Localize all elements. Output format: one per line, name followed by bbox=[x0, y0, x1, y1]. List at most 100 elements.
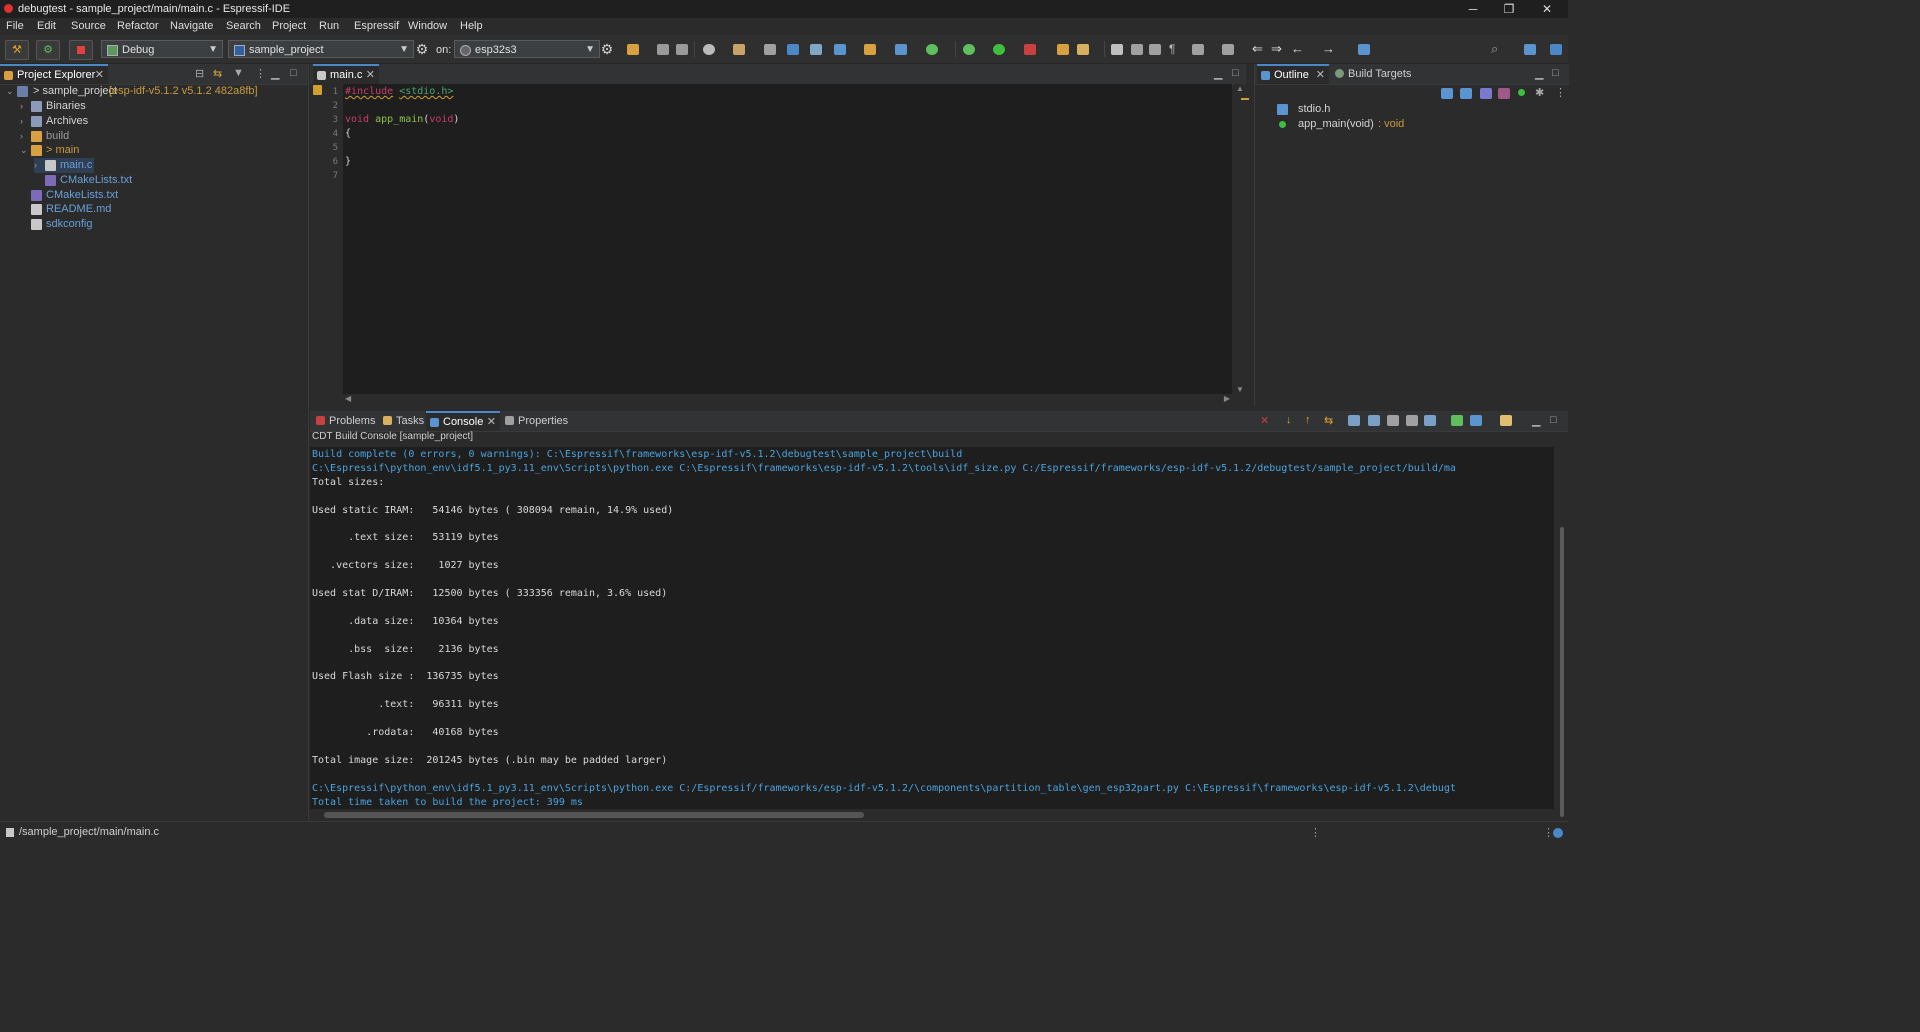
code-area[interactable]: #include <stdio.h> void app_main(void) {… bbox=[343, 84, 1232, 394]
settings-icon[interactable] bbox=[703, 44, 715, 55]
tab-outline[interactable]: Outline ✕ bbox=[1257, 64, 1329, 84]
close-icon[interactable]: ✕ bbox=[366, 66, 375, 84]
focus-icon[interactable]: ✱ bbox=[1535, 86, 1544, 99]
tab-main-c[interactable]: main.c ✕ bbox=[313, 64, 379, 84]
tab-properties[interactable]: Properties bbox=[501, 411, 571, 431]
collapse-all-icon[interactable]: ⊟ bbox=[195, 67, 204, 80]
menu-refactor[interactable]: Refactor bbox=[117, 20, 159, 32]
prev-annotation-icon[interactable] bbox=[1222, 44, 1234, 55]
search-refs-icon[interactable] bbox=[810, 44, 822, 55]
prev-error-icon[interactable]: ↑ bbox=[1305, 414, 1311, 426]
tab-problems[interactable]: Problems bbox=[312, 411, 378, 431]
search-icon[interactable]: ⌕ bbox=[1491, 41, 1498, 57]
menu-search[interactable]: Search bbox=[226, 20, 261, 32]
minimize-view-icon[interactable]: ▁ bbox=[1535, 67, 1543, 80]
perspective-icon[interactable] bbox=[1550, 44, 1562, 55]
forward-arrow-icon[interactable]: → bbox=[1322, 41, 1335, 56]
open-project-icon[interactable] bbox=[864, 44, 876, 55]
target-gear-icon[interactable]: ⚙ bbox=[599, 40, 615, 58]
hide-fields-icon[interactable] bbox=[1480, 88, 1492, 99]
pin-editor-icon[interactable] bbox=[1358, 44, 1370, 55]
filter-icon[interactable]: ▼ bbox=[233, 67, 244, 79]
tree-item-main-c[interactable]: › main.c bbox=[34, 158, 94, 173]
tree-item-main[interactable]: ⌄ > main bbox=[20, 143, 300, 158]
view-menu-icon[interactable]: ⋮ bbox=[1555, 86, 1566, 99]
menu-run[interactable]: Run bbox=[319, 20, 339, 32]
maximize-view-icon[interactable]: □ bbox=[1552, 67, 1559, 79]
pilcrow-icon[interactable]: ¶ bbox=[1169, 42, 1175, 56]
menu-espressif[interactable]: Espressif bbox=[354, 20, 399, 32]
run-icon[interactable] bbox=[993, 44, 1005, 55]
toggle-mark-icon[interactable] bbox=[1131, 44, 1143, 55]
console-hscroll-thumb[interactable] bbox=[324, 812, 864, 818]
outline-item-stdio[interactable]: stdio.h bbox=[1275, 102, 1475, 117]
maximize-view-icon[interactable]: □ bbox=[1232, 67, 1239, 79]
last-edit-icon[interactable]: ⇐ bbox=[1252, 41, 1263, 57]
brush-icon[interactable] bbox=[1077, 44, 1089, 55]
hide-static-icon[interactable] bbox=[1498, 88, 1510, 99]
new-file-icon[interactable] bbox=[895, 44, 907, 55]
scroll-right-icon[interactable]: ▶ bbox=[1224, 394, 1230, 403]
build-icon[interactable] bbox=[733, 44, 745, 55]
console-scroll-thumb[interactable] bbox=[1560, 527, 1564, 817]
scroll-down-icon[interactable]: ▼ bbox=[1236, 385, 1244, 394]
debug-icon[interactable] bbox=[963, 44, 975, 55]
console-horizontal-scrollbar[interactable] bbox=[310, 809, 1554, 821]
refresh-icon[interactable] bbox=[926, 44, 938, 55]
pin-console-icon[interactable] bbox=[1424, 415, 1436, 426]
tree-item-sample-project[interactable]: ⌄ > sample_project [esp-idf-v5.1.2 v5.1.… bbox=[6, 84, 306, 99]
external-tools-icon[interactable] bbox=[1024, 44, 1036, 55]
open-console-icon[interactable] bbox=[1470, 415, 1482, 426]
help-icon[interactable] bbox=[1553, 828, 1563, 838]
scroll-lock-icon[interactable] bbox=[1368, 415, 1380, 426]
next-annotation-icon[interactable] bbox=[1192, 44, 1204, 55]
menu-window[interactable]: Window bbox=[408, 20, 447, 32]
link-editor-icon[interactable]: ⇆ bbox=[213, 67, 222, 80]
close-icon[interactable]: ✕ bbox=[95, 66, 104, 84]
editor-vertical-scrollbar[interactable]: ▲ ▼ bbox=[1234, 84, 1246, 394]
next-error-icon[interactable]: ↓ bbox=[1286, 414, 1292, 426]
open-perspective-icon[interactable] bbox=[1524, 44, 1536, 55]
maximize-button[interactable]: ❐ bbox=[1494, 1, 1524, 17]
terminal-icon[interactable] bbox=[787, 44, 799, 55]
outline-item-app-main[interactable]: app_main(void) : void bbox=[1275, 117, 1515, 132]
new-console-icon[interactable] bbox=[1500, 415, 1512, 426]
console-vertical-scrollbar[interactable] bbox=[1556, 447, 1568, 817]
tree-item-sdkconfig[interactable]: sdkconfig bbox=[20, 217, 300, 232]
calculator-icon[interactable] bbox=[764, 44, 776, 55]
tree-item-main-cmakelists[interactable]: CMakeLists.txt bbox=[34, 173, 294, 188]
next-edit-icon[interactable]: ⇒ bbox=[1271, 41, 1282, 57]
save-all-icon[interactable] bbox=[676, 44, 688, 55]
minimize-view-icon[interactable]: ▁ bbox=[1532, 414, 1540, 427]
menu-project[interactable]: Project bbox=[272, 20, 306, 32]
minimize-view-icon[interactable]: ▁ bbox=[271, 67, 279, 80]
tab-project-explorer[interactable]: Project Explorer ✕ bbox=[0, 64, 108, 84]
menu-file[interactable]: File bbox=[6, 20, 24, 32]
link-console-icon[interactable]: ⇆ bbox=[1324, 414, 1333, 427]
tree-item-readme[interactable]: README.md bbox=[20, 202, 300, 217]
stop-icon[interactable] bbox=[69, 40, 93, 60]
launch-mode-select[interactable]: Debug ▼ bbox=[101, 40, 223, 58]
minimize-view-icon[interactable]: ▁ bbox=[1214, 67, 1222, 80]
build-hammer-icon[interactable]: ⚒ bbox=[5, 40, 29, 60]
close-icon[interactable]: ✕ bbox=[487, 413, 496, 431]
maximize-view-icon[interactable]: □ bbox=[1550, 414, 1557, 426]
clear-console-icon[interactable]: ✕ bbox=[1260, 414, 1269, 427]
menu-help[interactable]: Help bbox=[460, 20, 483, 32]
editor-horizontal-scrollbar[interactable]: ◀ ▶ bbox=[343, 394, 1232, 406]
word-wrap-icon[interactable] bbox=[1387, 415, 1399, 426]
back-arrow-icon[interactable]: ← bbox=[1291, 41, 1304, 56]
menu-edit[interactable]: Edit bbox=[37, 20, 56, 32]
tree-item-build[interactable]: › build bbox=[20, 129, 300, 144]
tab-build-targets[interactable]: Build Targets bbox=[1331, 64, 1421, 84]
menu-navigate[interactable]: Navigate bbox=[170, 20, 213, 32]
pen-icon[interactable] bbox=[1111, 44, 1123, 55]
view-menu-icon[interactable]: ⋮ bbox=[255, 67, 266, 80]
tree-item-cmakelists[interactable]: CMakeLists.txt bbox=[20, 188, 300, 203]
maximize-view-icon[interactable]: □ bbox=[290, 67, 297, 79]
console-output[interactable]: Build complete (0 errors, 0 warnings): C… bbox=[310, 447, 1554, 809]
tab-tasks[interactable]: Tasks bbox=[379, 411, 425, 431]
display-console-icon[interactable] bbox=[1451, 415, 1463, 426]
scroll-up-icon[interactable]: ▲ bbox=[1236, 84, 1244, 93]
scroll-left-icon[interactable]: ◀ bbox=[345, 394, 351, 403]
